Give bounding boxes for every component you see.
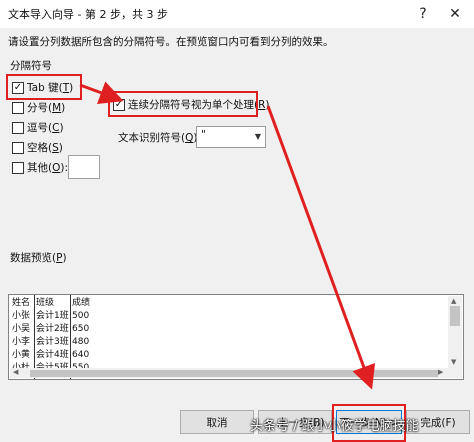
annotation-arrow-to-consecutive bbox=[79, 81, 124, 105]
watermark-text: 头条号 / 跟小小筱学电脑技能 bbox=[250, 419, 419, 434]
annotation-arrow-to-next bbox=[266, 105, 376, 390]
annotation-arrows bbox=[79, 81, 376, 390]
